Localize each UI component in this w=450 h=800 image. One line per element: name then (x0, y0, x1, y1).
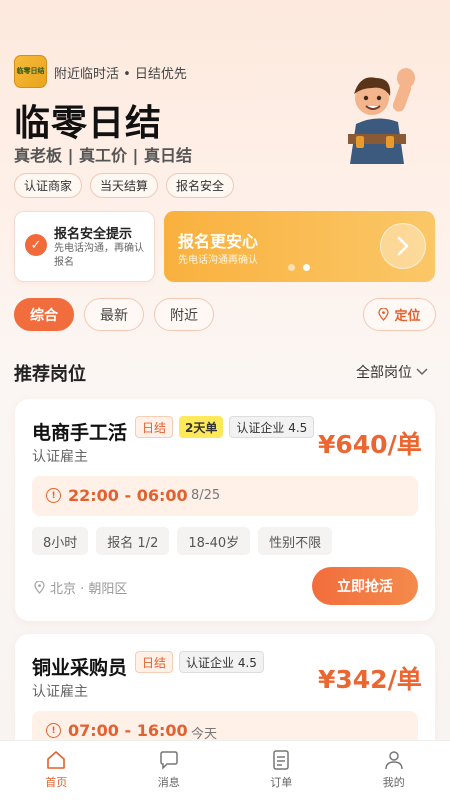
badge-daily: 日结 (135, 416, 174, 438)
promo-desc: 先电话沟通再确认 (178, 255, 258, 266)
clock-icon: ! (46, 488, 61, 503)
nav-label: 消息 (157, 776, 180, 789)
carousel-dot-active[interactable] (303, 264, 310, 271)
all-jobs-dropdown[interactable]: 全部岗位 (356, 362, 428, 382)
job-title: 电商手工活 (32, 422, 128, 444)
job-price: ¥342/单 (318, 665, 422, 694)
nav-item-profile[interactable]: 我的 (338, 741, 450, 800)
badge-certified: 认证企业 4.5 (229, 416, 315, 438)
all-jobs-label: 全部岗位 (356, 365, 412, 381)
job-employer: 认证雇主 (32, 684, 88, 700)
nav-label: 我的 (382, 776, 405, 789)
meta-hours: 8小时 (32, 527, 89, 555)
order-icon (273, 750, 289, 770)
filter-tab-latest[interactable]: 最新 (84, 298, 144, 331)
carousel-dots (288, 264, 310, 271)
carousel-dot[interactable] (288, 264, 295, 271)
chevron-down-icon (416, 368, 428, 376)
safety-notice-card[interactable]: ✓ 报名安全提示 先电话沟通，再确认报名 (14, 211, 155, 282)
job-badges: 日结 2天单 认证企业 4.5 (135, 416, 315, 438)
job-time-box: ! 22:00 - 06:00 8/25 (32, 476, 418, 516)
job-time: 22:00 - 06:00 (68, 486, 188, 505)
message-icon (160, 751, 178, 770)
meta-signup: 报名 1/2 (96, 527, 170, 555)
locate-label: 定位 (394, 309, 421, 324)
notice-desc: 先电话沟通，再确认报名 (54, 243, 144, 268)
check-icon: ✓ (25, 234, 47, 256)
promo-title: 报名更安心 (178, 232, 259, 251)
notice-title: 报名安全提示 (54, 227, 133, 242)
promo-banner[interactable]: 报名更安心 先电话沟通再确认 (164, 211, 435, 282)
location-text: 北京 · 朝阳区 (50, 582, 128, 597)
job-badges: 日结 认证企业 4.5 (135, 651, 264, 673)
job-location: 北京 · 朝阳区 (34, 578, 127, 597)
nav-label: 订单 (270, 776, 293, 789)
badge-duration: 2天单 (179, 416, 224, 438)
locate-button[interactable]: 定位 (363, 298, 436, 331)
job-meta: 8小时 报名 1/2 18-40岁 性别不限 (32, 527, 333, 555)
job-title: 铜业采购员 (32, 657, 128, 679)
app-logo: 临零日结 (14, 55, 47, 88)
location-pin-icon (34, 581, 45, 594)
page-subtitle: 真老板 | 真工价 | 真日结 (14, 146, 192, 165)
feature-tag: 认证商家 (14, 173, 83, 198)
filter-tab-comprehensive[interactable]: 综合 (14, 298, 74, 331)
nav-item-messages[interactable]: 消息 (113, 741, 226, 800)
worker-mascot-illustration (348, 68, 415, 164)
meta-age: 18-40岁 (177, 527, 251, 555)
badge-daily: 日结 (135, 651, 174, 673)
page-title: 临零日结 (14, 103, 163, 144)
grab-job-button[interactable]: 立即抢活 (312, 567, 418, 605)
feature-tags: 认证商家 当天结算 报名安全 (14, 173, 235, 198)
clock-icon: ! (46, 723, 61, 738)
chevron-right-icon[interactable] (380, 223, 426, 269)
app-logo-text: 临零日结 (16, 67, 45, 75)
job-date: 8/25 (191, 488, 221, 503)
feature-tag: 当天结算 (90, 173, 159, 198)
job-employer: 认证雇主 (32, 449, 88, 465)
job-price: ¥640/单 (318, 430, 422, 459)
filter-tabs: 综合 最新 附近 (14, 298, 214, 331)
nav-item-orders[interactable]: 订单 (225, 741, 338, 800)
bottom-nav: 首页 消息 订单 我的 (0, 740, 450, 800)
job-time: 07:00 - 16:00 (68, 721, 188, 740)
meta-gender: 性别不限 (258, 527, 333, 555)
nav-item-home[interactable]: 首页 (0, 741, 113, 800)
badge-certified: 认证企业 4.5 (179, 651, 264, 673)
feature-tag: 报名安全 (166, 173, 235, 198)
nav-label: 首页 (45, 776, 68, 789)
filter-tab-nearby[interactable]: 附近 (154, 298, 214, 331)
location-pin-icon (378, 308, 390, 321)
tagline: 附近临时活 • 日结优先 (54, 67, 187, 82)
user-icon (385, 751, 403, 770)
job-card[interactable]: 电商手工活 日结 2天单 认证企业 4.5 认证雇主 ¥640/单 ! 22:0… (15, 399, 435, 621)
section-title: 推荐岗位 (14, 364, 86, 385)
home-icon (47, 751, 66, 769)
